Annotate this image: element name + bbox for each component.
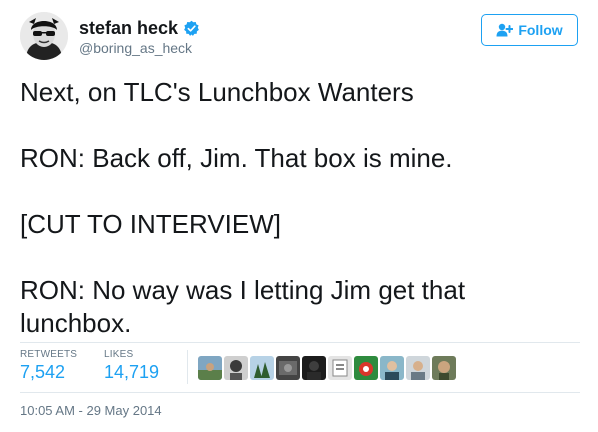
verified-badge-icon <box>183 20 200 37</box>
liker-avatar[interactable] <box>198 356 222 380</box>
liker-avatar[interactable] <box>302 356 326 380</box>
stats-bottom-divider <box>20 392 580 393</box>
follow-user-plus-icon <box>496 23 514 37</box>
user-name[interactable]: stefan heck <box>79 18 178 39</box>
liker-avatar[interactable] <box>276 356 300 380</box>
tweet-timestamp[interactable]: 10:05 AM - 29 May 2014 <box>20 403 162 418</box>
liker-avatar[interactable] <box>406 356 430 380</box>
liker-avatar[interactable] <box>354 356 378 380</box>
liker-avatar[interactable] <box>380 356 404 380</box>
stats-top-divider <box>20 342 580 343</box>
tweet-paragraph: Next, on TLC's Lunchbox Wanters <box>20 77 414 107</box>
retweets-stat[interactable]: RETWEETS 7,542 <box>20 349 77 383</box>
likes-count[interactable]: 14,719 <box>104 362 159 383</box>
tweet-paragraph: RON: Back off, Jim. That box is mine. <box>20 143 453 173</box>
retweets-label: RETWEETS <box>20 349 78 360</box>
tweet-paragraph: RON: No way was I letting Jim get that l… <box>20 275 466 338</box>
user-avatar[interactable] <box>20 12 68 60</box>
stats-separator <box>187 350 188 384</box>
user-handle[interactable]: @boring_as_heck <box>79 40 192 56</box>
liker-avatar[interactable] <box>250 356 274 380</box>
tweet-text: Next, on TLC's Lunchbox Wanters RON: Bac… <box>20 76 580 340</box>
user-name-row[interactable]: stefan heck <box>79 17 200 39</box>
follow-button[interactable]: Follow <box>481 14 578 46</box>
tweet-card: stefan heck @boring_as_heck Follow Next,… <box>0 0 598 432</box>
liker-avatars <box>198 356 458 380</box>
avatar-sunglasses-icon <box>20 12 68 60</box>
retweets-count[interactable]: 7,542 <box>20 362 77 383</box>
follow-button-label: Follow <box>518 22 563 38</box>
likes-label: LIKES <box>104 349 134 360</box>
tweet-paragraph: [CUT TO INTERVIEW] <box>20 209 282 239</box>
likes-stat[interactable]: LIKES 14,719 <box>104 349 159 383</box>
liker-avatar[interactable] <box>432 356 456 380</box>
liker-avatar[interactable] <box>328 356 352 380</box>
liker-avatar[interactable] <box>224 356 248 380</box>
